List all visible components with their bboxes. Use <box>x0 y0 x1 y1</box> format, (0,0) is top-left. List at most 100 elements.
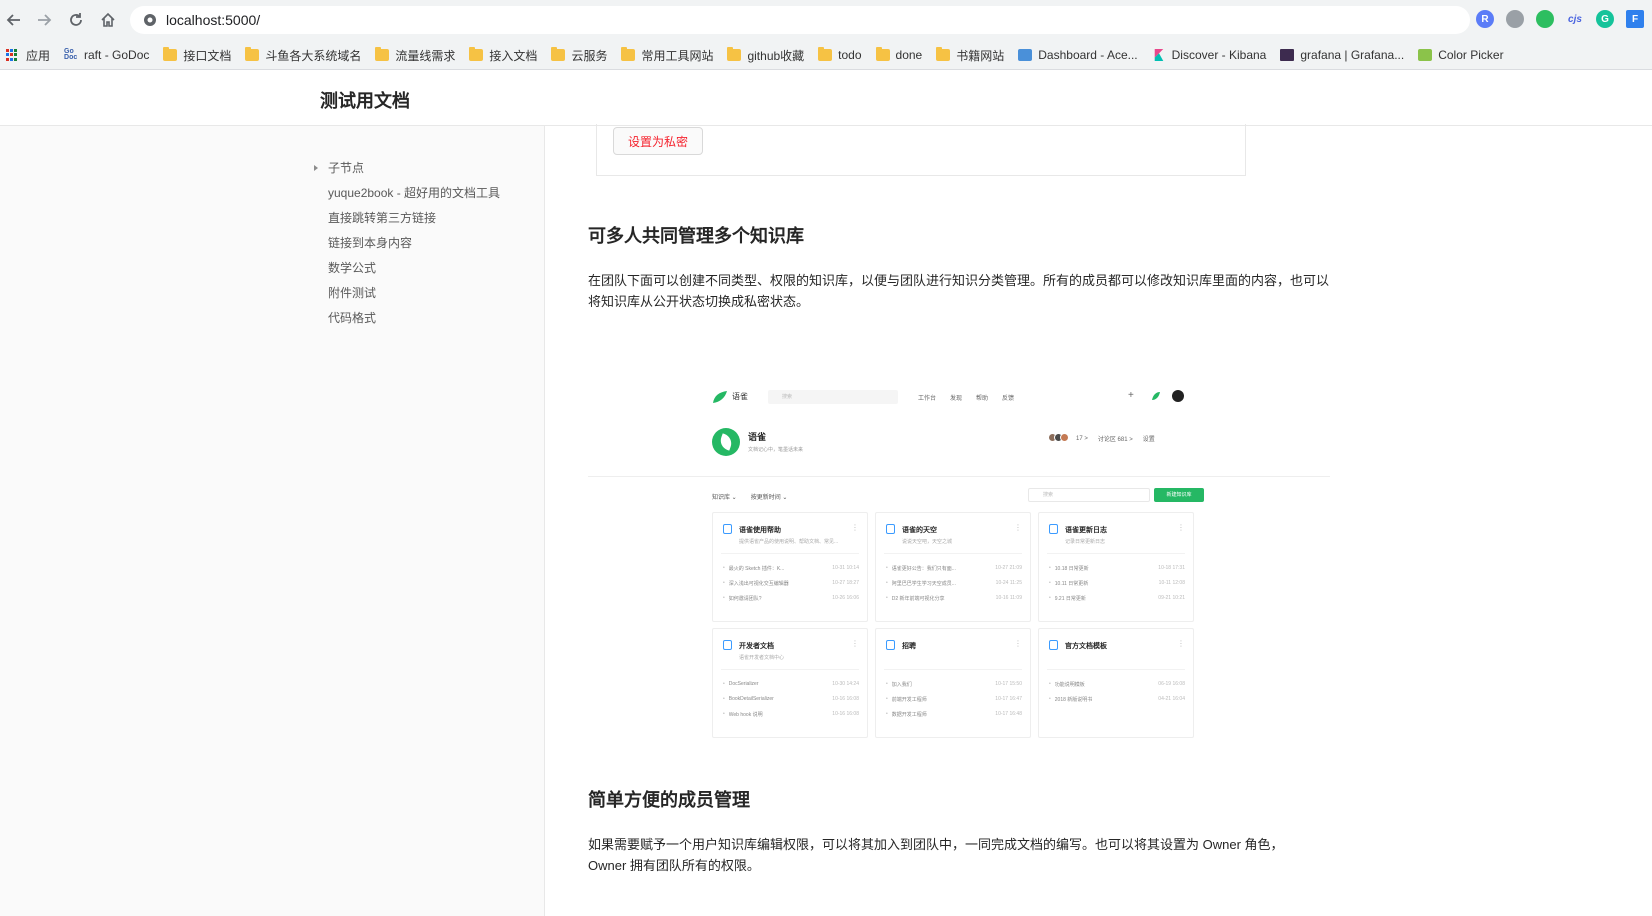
bookmark-folder[interactable]: 接口文档 <box>163 47 231 64</box>
bookmark-folder[interactable]: 斗鱼各大系统域名 <box>245 47 361 64</box>
toc-item-attachment[interactable]: 附件测试 <box>314 281 500 306</box>
bookmark-grafana[interactable]: grafana | Grafana... <box>1280 48 1404 62</box>
home-button[interactable] <box>96 8 120 32</box>
more-icon: ⋮ <box>1014 639 1022 648</box>
toc-item-self-link[interactable]: 链接到本身内容 <box>314 231 500 256</box>
bookmark-folder[interactable]: todo <box>818 47 862 62</box>
back-button[interactable] <box>2 8 26 32</box>
toc-item-sub-node[interactable]: 子节点 <box>314 156 500 181</box>
mock-doc-row: 2018 新版说明书04-21 16:04 <box>1049 696 1185 703</box>
arrow-right-icon <box>38 14 52 26</box>
bookmark-folder[interactable]: 流量线需求 <box>375 47 455 64</box>
book-icon <box>1049 524 1058 534</box>
book-icon <box>886 640 895 650</box>
plus-icon: + <box>1128 390 1134 401</box>
bookmark-folder[interactable]: 书籍网站 <box>936 47 1004 64</box>
bookmark-folder[interactable]: 接入文档 <box>469 47 537 64</box>
bookmark-kibana[interactable]: Discover - Kibana <box>1152 48 1267 62</box>
toc-item-yuque2book[interactable]: yuque2book - 超好用的文档工具 <box>314 181 500 206</box>
bookmarks-bar: 应用 Go Doc raft - GoDoc 接口文档 斗鱼各大系统域名 流量线需… <box>0 40 1652 70</box>
bookmark-dashboard[interactable]: Dashboard - Ace... <box>1018 48 1138 62</box>
mock-card-sub: 记录日常更新日志 <box>1065 539 1106 545</box>
forward-button[interactable] <box>32 8 56 32</box>
settings-card: 设置为私密 <box>596 124 1246 176</box>
bookmark-folder[interactable]: done <box>875 47 922 62</box>
section-title: 可多人共同管理多个知识库 <box>588 226 804 246</box>
bookmark-color-picker[interactable]: Color Picker <box>1418 48 1504 62</box>
bookmark-folder[interactable]: 云服务 <box>551 47 607 64</box>
book-icon <box>1049 640 1058 650</box>
extension-r-icon[interactable]: R <box>1476 10 1494 28</box>
toc-item-math[interactable]: 数学公式 <box>314 256 500 281</box>
browser-toolbar: localhost:5000/ R cjs G F <box>0 0 1652 40</box>
section-title: 简单方便的成员管理 <box>588 790 750 810</box>
mock-doc-row: DocSerializer10-30 14:24 <box>723 681 859 687</box>
mock-doc-row: 阿里巴巴学生学习天空成员...10-24 11:25 <box>886 580 1022 587</box>
grafana-icon <box>1280 49 1295 61</box>
mock-team-stats: 17 > 讨论区 681 > 设置 <box>1048 433 1155 444</box>
dashboard-icon <box>1018 49 1033 61</box>
bookmark-raft-godoc[interactable]: Go Doc raft - GoDoc <box>64 48 149 62</box>
reload-button[interactable] <box>64 8 88 32</box>
color-picker-icon <box>1418 49 1433 61</box>
mock-nav-item: 发现 <box>950 396 963 402</box>
embedded-screenshot: 语雀 搜索 工作台 发现 帮助 反馈 + 语雀 文档记心中，笔墨话未来 17 >… <box>588 358 1330 808</box>
mock-book-card: 官方文档模板 ⋮ 功能说明模板06-19 16:08 2018 新版说明书04-… <box>1038 628 1194 738</box>
bookmark-folder[interactable]: github收藏 <box>727 47 804 64</box>
browser-chrome: localhost:5000/ R cjs G F 应用 Go Doc raft … <box>0 0 1652 70</box>
extension-f-icon[interactable]: F <box>1626 10 1644 28</box>
yuque-logo-icon <box>713 391 727 403</box>
leaf-icon <box>1152 392 1160 400</box>
site-title[interactable]: 测试用文档 <box>320 87 410 113</box>
grammarly-icon[interactable]: G <box>1596 10 1614 28</box>
section-paragraph: 如果需要赋予一个用户知识库编辑权限，可以将其加入到团队中，一同完成文档的编写。也… <box>588 837 1284 873</box>
toc-item-label: 直接跳转第三方链接 <box>328 211 437 225</box>
toc-item-external-link[interactable]: 直接跳转第三方链接 <box>314 206 500 231</box>
address-bar[interactable]: localhost:5000/ <box>130 6 1470 34</box>
mock-book-card: 开发者文档 语雀开发者文档中心 ⋮ DocSerializer10-30 14:… <box>712 628 868 738</box>
folder-icon <box>621 47 636 61</box>
extension-cjs-icon[interactable]: cjs <box>1566 10 1584 28</box>
bookmark-label: 斗鱼各大系统域名 <box>265 48 362 63</box>
mock-doc-row: 如何邀请团队?10-26 16:06 <box>723 595 859 602</box>
book-icon <box>723 524 732 534</box>
mock-book-card: 语雀更新日志 记录日常更新日志 ⋮ 10.18 日常更新10-18 17:31 … <box>1038 512 1194 622</box>
mock-filter: 按更新时间 ⌄ <box>750 495 788 501</box>
bookmark-label: 接入文档 <box>489 48 538 63</box>
bookmark-apps[interactable]: 应用 <box>6 47 50 64</box>
extension-circle-icon[interactable] <box>1506 10 1524 28</box>
caret-right-icon[interactable] <box>314 165 318 171</box>
page-header: 测试用文档 <box>0 70 1652 126</box>
toc-item-code[interactable]: 代码格式 <box>314 306 500 331</box>
mock-book-card: 语雀的天空 说说天空吧，天空之城 ⋮ 语雀更好公告：我们只有面...10-27 … <box>875 512 1031 622</box>
folder-icon <box>245 47 260 61</box>
mock-nav-item: 工作台 <box>918 396 937 402</box>
set-private-button[interactable]: 设置为私密 <box>613 127 703 155</box>
folder-icon <box>875 47 890 61</box>
bookmark-label: 流量线需求 <box>395 48 456 63</box>
bookmark-label: Discover - Kibana <box>1171 48 1267 62</box>
mock-card-title: 招聘 <box>902 643 916 650</box>
mock-brand: 语雀 <box>732 392 748 401</box>
evernote-icon[interactable] <box>1536 10 1554 28</box>
site-info-icon[interactable] <box>142 12 158 28</box>
mock-card-sub: 提供语雀产品的使用说明、帮助文档、常见... <box>739 539 839 545</box>
bookmark-folder[interactable]: 常用工具网站 <box>621 47 713 64</box>
mock-doc-row: D2 新年前端可视化分享10-16 11:09 <box>886 595 1022 602</box>
mock-new-book-button: 新建知识库 <box>1154 488 1204 502</box>
mock-nav-item: 反馈 <box>1002 396 1015 402</box>
bookmark-label: github收藏 <box>747 48 805 63</box>
toc-item-label: 数学公式 <box>328 261 377 275</box>
toc-item-label: 附件测试 <box>328 286 377 300</box>
mock-team-desc: 文档记心中，笔墨话未来 <box>748 447 804 453</box>
bookmark-label: 云服务 <box>571 48 608 63</box>
url-text[interactable]: localhost:5000/ <box>166 12 260 28</box>
apps-icon <box>6 49 20 61</box>
sidebar: 子节点 yuque2book - 超好用的文档工具 直接跳转第三方链接 链接到本… <box>0 126 545 916</box>
bookmark-label: 书籍网站 <box>956 48 1005 63</box>
toc-item-label: 代码格式 <box>328 311 377 325</box>
more-icon: ⋮ <box>1177 639 1185 648</box>
bookmark-label: Color Picker <box>1438 48 1504 62</box>
bookmark-label: 应用 <box>26 48 51 63</box>
main-content: 设置为私密 可多人共同管理多个知识库 在团队下面可以创建不同类型、权限的知识库，… <box>546 124 1652 916</box>
